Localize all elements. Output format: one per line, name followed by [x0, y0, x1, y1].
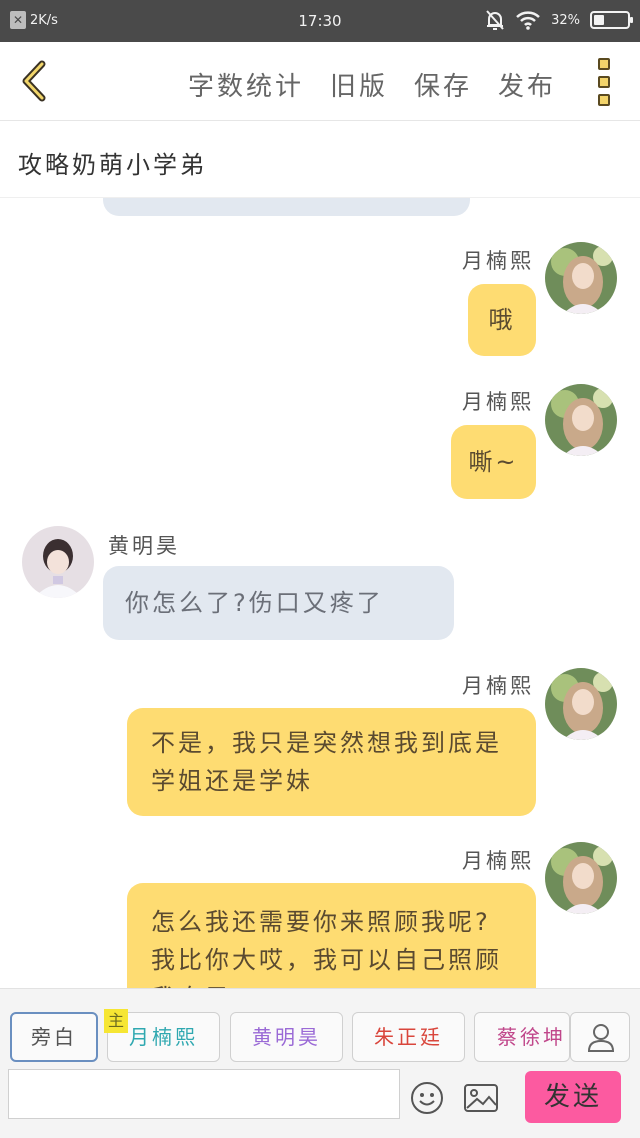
- more-dot: [598, 94, 610, 106]
- speaker-name: 黄明昊: [108, 534, 180, 558]
- message-bubble[interactable]: 你怎么了?伤口又疼了: [103, 566, 454, 640]
- user-icon: [587, 1024, 615, 1052]
- more-dot: [598, 76, 610, 88]
- message-bubble[interactable]: 怎么我还需要你来照顾我呢?我比你大哎，我可以自己照顾我自己: [127, 883, 536, 988]
- avatar[interactable]: [545, 384, 617, 456]
- input-panel: 旁白 月楠熙 主 黄明昊 朱正廷 蔡徐坤 发送: [0, 988, 640, 1138]
- avatar-girl-icon: [545, 384, 617, 456]
- message-bubble[interactable]: 不是，我只是突然想我到底是学姐还是学妹: [127, 708, 536, 816]
- old-version-button[interactable]: 旧版: [330, 66, 388, 103]
- chat-area[interactable]: 月楠熙 哦 月楠熙 嘶~ 黄明昊 你怎么了?伤口又疼了 月楠熙 不是，我只是突然…: [0, 198, 640, 988]
- status-right: 32%: [485, 9, 633, 31]
- toolbar-actions: 字数统计 旧版 保存 发布: [188, 66, 556, 103]
- wifi-icon: [516, 11, 540, 30]
- status-bar: ✕ 2K/s 17:30 32%: [0, 0, 640, 42]
- avatar-girl-icon: [545, 842, 617, 914]
- message-bubble-partial: [103, 198, 470, 216]
- battery-icon: [590, 11, 633, 29]
- speaker-name: 月楠熙: [462, 390, 534, 414]
- notifications-off-icon: [486, 10, 504, 30]
- speaker-name: 月楠熙: [462, 674, 534, 698]
- message-input[interactable]: [8, 1069, 400, 1119]
- story-title-bar[interactable]: 攻略奶萌小学弟: [0, 121, 640, 198]
- speaker-name: 月楠熙: [462, 849, 534, 873]
- role-button-cai-xukun[interactable]: 蔡徐坤: [474, 1012, 570, 1062]
- story-title: 攻略奶萌小学弟: [18, 151, 207, 179]
- user-button[interactable]: [570, 1012, 630, 1062]
- screen: ✕ 2K/s 17:30 32% 字数统计 旧版 保存 发布 攻略奶萌小学弟 月…: [0, 0, 640, 1138]
- message-text: 怎么我还需要你来照顾我呢?我比你大哎，我可以自己照顾我自己: [151, 908, 502, 988]
- more-vertical-icon[interactable]: [598, 58, 614, 106]
- main-character-tag: 主: [104, 1009, 128, 1033]
- toolbar: 字数统计 旧版 保存 发布: [0, 42, 640, 121]
- battery-percent: 32%: [551, 12, 580, 28]
- avatar-boy-icon: [22, 526, 94, 598]
- save-button[interactable]: 保存: [414, 66, 472, 103]
- avatar-girl-icon: [545, 668, 617, 740]
- role-button-huang-minghao[interactable]: 黄明昊: [230, 1012, 343, 1062]
- role-button-narrator[interactable]: 旁白: [10, 1012, 98, 1062]
- send-button[interactable]: 发送: [525, 1071, 621, 1123]
- message-bubble[interactable]: 嘶~: [451, 425, 536, 499]
- more-dot: [598, 58, 610, 70]
- message-text: 哦: [488, 306, 516, 334]
- message-text: 你怎么了?伤口又疼了: [125, 589, 384, 617]
- image-icon[interactable]: [463, 1083, 499, 1113]
- battery-level: [594, 15, 604, 25]
- publish-button[interactable]: 发布: [498, 66, 556, 103]
- avatar[interactable]: [545, 842, 617, 914]
- avatar-girl-icon: [545, 242, 617, 314]
- word-count-button[interactable]: 字数统计: [188, 66, 304, 103]
- emoji-icon[interactable]: [410, 1081, 444, 1115]
- message-bubble[interactable]: 哦: [468, 284, 536, 356]
- avatar[interactable]: [545, 668, 617, 740]
- avatar[interactable]: [545, 242, 617, 314]
- role-button-zhu-zhengting[interactable]: 朱正廷: [352, 1012, 465, 1062]
- message-text: 嘶~: [468, 448, 519, 476]
- speaker-name: 月楠熙: [462, 249, 534, 273]
- message-text: 不是，我只是突然想我到底是学姐还是学妹: [151, 729, 502, 795]
- chevron-left-icon[interactable]: [14, 56, 54, 106]
- avatar[interactable]: [22, 526, 94, 598]
